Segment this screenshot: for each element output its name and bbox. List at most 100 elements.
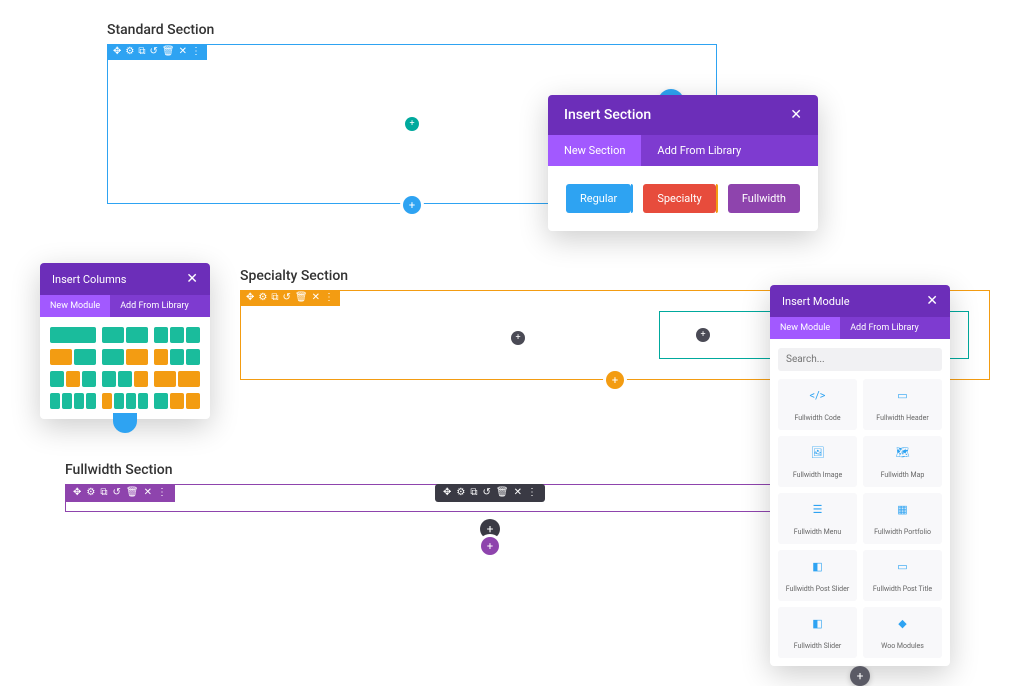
module-toolbar[interactable]: ✥ ⚙ ⧉ ↺ 🗑 ✕ ⋮ bbox=[435, 484, 545, 502]
woo-icon: ◆ bbox=[867, 617, 938, 630]
col-layout-2[interactable] bbox=[102, 327, 148, 343]
close-icon[interactable]: ✕ bbox=[312, 293, 320, 303]
code-icon: </> bbox=[782, 389, 853, 402]
insert-columns-header: Insert Columns ✕ bbox=[40, 263, 210, 295]
module-fullwidth-menu[interactable]: ☰Fullwidth Menu bbox=[778, 493, 857, 544]
gear-icon[interactable]: ⚙ bbox=[125, 47, 134, 57]
insert-section-title: Insert Section bbox=[564, 107, 651, 123]
module-fullwidth-map[interactable]: 🗺Fullwidth Map bbox=[863, 436, 942, 487]
close-icon[interactable]: ✕ bbox=[514, 488, 522, 498]
insert-module-body: </>Fullwidth Code ▭Fullwidth Header 🖼Ful… bbox=[770, 339, 950, 666]
save-icon[interactable]: ↺ bbox=[483, 488, 491, 498]
add-module-button[interactable]: + bbox=[511, 331, 525, 345]
specialty-section-label: Specialty Section bbox=[240, 268, 990, 284]
add-module-trigger[interactable]: + bbox=[850, 666, 870, 686]
specialty-toolbar[interactable]: ✥ ⚙ ⧉ ↺ 🗑 ✕ ⋮ bbox=[240, 290, 340, 306]
col-layout-4[interactable] bbox=[50, 349, 96, 365]
more-icon[interactable]: ⋮ bbox=[157, 488, 167, 498]
add-specialty-section-button[interactable]: + bbox=[606, 371, 624, 389]
map-icon: 🗺 bbox=[867, 446, 938, 459]
module-woo-modules[interactable]: ◆Woo Modules bbox=[863, 607, 942, 658]
module-fullwidth-slider[interactable]: ◧Fullwidth Slider bbox=[778, 607, 857, 658]
col-layout-9[interactable] bbox=[154, 371, 200, 387]
module-fullwidth-header[interactable]: ▭Fullwidth Header bbox=[863, 379, 942, 430]
move-icon[interactable]: ✥ bbox=[246, 293, 254, 303]
duplicate-icon[interactable]: ⧉ bbox=[470, 488, 477, 498]
more-icon[interactable]: ⋮ bbox=[527, 488, 537, 498]
insert-section-body: Regular Specialty Fullwidth bbox=[548, 166, 818, 231]
tab-add-from-library[interactable]: Add From Library bbox=[641, 135, 757, 166]
gear-icon[interactable]: ⚙ bbox=[258, 293, 267, 303]
module-grid: </>Fullwidth Code ▭Fullwidth Header 🖼Ful… bbox=[778, 379, 942, 658]
trash-icon[interactable]: 🗑 bbox=[295, 293, 308, 303]
tab-add-from-library[interactable]: Add From Library bbox=[840, 317, 929, 339]
tab-new-section[interactable]: New Section bbox=[548, 135, 641, 166]
save-icon[interactable]: ↺ bbox=[150, 47, 158, 57]
save-icon[interactable]: ↺ bbox=[113, 488, 121, 498]
add-fullwidth-section-button[interactable]: + bbox=[481, 537, 499, 555]
col-layout-7[interactable] bbox=[50, 371, 96, 387]
trash-icon[interactable]: 🗑 bbox=[162, 47, 175, 57]
insert-module-title: Insert Module bbox=[782, 295, 850, 308]
tab-new-module[interactable]: New Module bbox=[40, 295, 110, 317]
insert-section-header: Insert Section ✕ bbox=[548, 95, 818, 135]
duplicate-icon[interactable]: ⧉ bbox=[100, 488, 107, 498]
insert-module-modal: Insert Module ✕ New Module Add From Libr… bbox=[770, 285, 950, 666]
col-layout-6[interactable] bbox=[154, 349, 200, 365]
close-icon[interactable]: ✕ bbox=[179, 47, 187, 57]
add-row-button[interactable]: + bbox=[405, 117, 419, 131]
duplicate-icon[interactable]: ⧉ bbox=[138, 47, 145, 57]
col-layout-11[interactable] bbox=[102, 393, 148, 409]
slider-icon: ◧ bbox=[782, 560, 853, 573]
fullwidth-toolbar[interactable]: ✥ ⚙ ⧉ ↺ 🗑 ✕ ⋮ bbox=[65, 484, 175, 502]
standard-toolbar[interactable]: ✥ ⚙ ⧉ ↺ 🗑 ✕ ⋮ bbox=[107, 44, 207, 60]
close-icon[interactable]: ✕ bbox=[926, 293, 938, 309]
add-module-button[interactable]: + bbox=[696, 328, 710, 342]
close-icon[interactable]: ✕ bbox=[790, 107, 802, 123]
module-fullwidth-post-slider[interactable]: ◧Fullwidth Post Slider bbox=[778, 550, 857, 601]
menu-icon: ☰ bbox=[782, 503, 853, 516]
move-icon[interactable]: ✥ bbox=[443, 488, 451, 498]
module-fullwidth-post-title[interactable]: ▭Fullwidth Post Title bbox=[863, 550, 942, 601]
insert-module-header: Insert Module ✕ bbox=[770, 285, 950, 317]
module-fullwidth-portfolio[interactable]: ▦Fullwidth Portfolio bbox=[863, 493, 942, 544]
trash-icon[interactable]: 🗑 bbox=[126, 488, 139, 498]
col-layout-3[interactable] bbox=[154, 327, 200, 343]
tab-add-from-library[interactable]: Add From Library bbox=[110, 295, 199, 317]
tab-new-module[interactable]: New Module bbox=[770, 317, 840, 339]
header-icon: ▭ bbox=[867, 389, 938, 402]
col-layout-12[interactable] bbox=[154, 393, 200, 409]
save-icon[interactable]: ↺ bbox=[283, 293, 291, 303]
col-layout-8[interactable] bbox=[102, 371, 148, 387]
columns-grid bbox=[40, 317, 210, 419]
col-layout-1[interactable] bbox=[50, 327, 96, 343]
gear-icon[interactable]: ⚙ bbox=[86, 488, 95, 498]
insert-columns-title: Insert Columns bbox=[52, 273, 126, 286]
gear-icon[interactable]: ⚙ bbox=[456, 488, 465, 498]
more-icon[interactable]: ⋮ bbox=[324, 293, 334, 303]
module-search-input[interactable] bbox=[778, 348, 942, 371]
col-layout-10[interactable] bbox=[50, 393, 96, 409]
title-icon: ▭ bbox=[867, 560, 938, 573]
add-module-button[interactable]: + bbox=[480, 519, 500, 539]
regular-button[interactable]: Regular bbox=[566, 184, 631, 213]
insert-columns-tabs: New Module Add From Library bbox=[40, 295, 210, 317]
module-fullwidth-code[interactable]: </>Fullwidth Code bbox=[778, 379, 857, 430]
slider-icon: ◧ bbox=[782, 617, 853, 630]
module-fullwidth-image[interactable]: 🖼Fullwidth Image bbox=[778, 436, 857, 487]
more-icon[interactable]: ⋮ bbox=[191, 47, 201, 57]
col-layout-5[interactable] bbox=[102, 349, 148, 365]
fullwidth-button[interactable]: Fullwidth bbox=[728, 184, 800, 213]
close-icon[interactable]: ✕ bbox=[186, 271, 198, 287]
specialty-button[interactable]: Specialty bbox=[643, 184, 715, 213]
move-icon[interactable]: ✥ bbox=[73, 488, 81, 498]
trash-icon[interactable]: 🗑 bbox=[496, 488, 509, 498]
insert-section-modal: Insert Section ✕ New Section Add From Li… bbox=[548, 95, 818, 231]
duplicate-icon[interactable]: ⧉ bbox=[271, 293, 278, 303]
close-icon[interactable]: ✕ bbox=[144, 488, 152, 498]
insert-module-tabs: New Module Add From Library bbox=[770, 317, 950, 339]
orange-accent bbox=[716, 184, 718, 213]
columns-handle[interactable] bbox=[113, 413, 137, 433]
move-icon[interactable]: ✥ bbox=[113, 47, 121, 57]
add-section-button[interactable]: + bbox=[403, 196, 421, 214]
